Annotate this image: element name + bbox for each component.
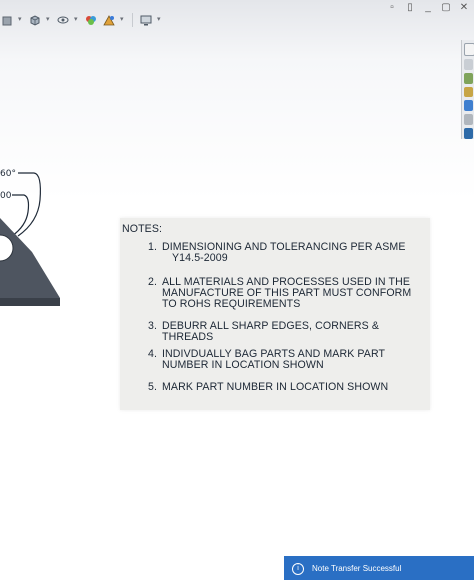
toolbar-divider xyxy=(132,13,133,27)
restore-view-icon[interactable]: ▫ xyxy=(386,2,398,14)
size-dimension-label[interactable]: 00 xyxy=(0,191,11,201)
note-number: 2. xyxy=(148,276,158,288)
chevron-down-icon[interactable]: ▾ xyxy=(120,15,126,25)
note-line: MARK PART NUMBER IN LOCATION SHOWN xyxy=(162,381,389,393)
file-explorer-icon[interactable] xyxy=(464,72,473,84)
appearances-icon[interactable] xyxy=(464,100,473,112)
note-item: 5. MARK PART NUMBER IN LOCATION SHOWN xyxy=(148,382,432,393)
note-number: 4. xyxy=(148,348,158,360)
part-geometry[interactable] xyxy=(0,160,80,320)
window-controls: ▫ ▯ _ ▢ ✕ xyxy=(386,2,470,14)
drawing-view[interactable]: 60° 00 xyxy=(0,160,80,325)
note-line: TO ROHS REQUIREMENTS xyxy=(162,298,301,310)
angle-dimension-label[interactable]: 60° xyxy=(0,169,16,179)
chevron-down-icon[interactable]: ▾ xyxy=(46,15,52,25)
note-item: 2. ALL MATERIALS AND PROCESSES USED IN T… xyxy=(148,277,432,310)
notes-block[interactable]: NOTES: 1. DIMENSIONING AND TOLERANCING P… xyxy=(120,218,430,410)
chevron-down-icon[interactable]: ▾ xyxy=(18,15,24,25)
part-edge xyxy=(0,298,60,306)
display-style-icon[interactable] xyxy=(28,13,42,27)
note-item: 3. DEBURR ALL SHARP EDGES, CORNERS & THR… xyxy=(148,321,432,343)
tile-view-icon[interactable]: ▯ xyxy=(404,2,416,14)
note-line: NUMBER IN LOCATION SHOWN xyxy=(162,359,324,371)
note-text: ALL MATERIALS AND PROCESSES USED IN THE … xyxy=(162,277,432,310)
note-text: DEBURR ALL SHARP EDGES, CORNERS & THREAD… xyxy=(162,321,432,343)
hide-show-icon[interactable] xyxy=(56,13,70,27)
note-line: DEBURR ALL SHARP EDGES, CORNERS & THREAD… xyxy=(162,320,379,343)
maximize-icon[interactable]: ▢ xyxy=(440,2,452,14)
note-number: 5. xyxy=(148,381,158,393)
view-orientation-icon[interactable] xyxy=(0,13,14,27)
note-line: Y14.5-2009 xyxy=(172,252,228,264)
chevron-down-icon[interactable]: ▾ xyxy=(74,15,80,25)
note-text: DIMENSIONING AND TOLERANCING PER ASME Y1… xyxy=(162,242,432,264)
note-item: 1. DIMENSIONING AND TOLERANCING PER ASME… xyxy=(148,242,432,264)
note-text: MARK PART NUMBER IN LOCATION SHOWN xyxy=(162,382,432,393)
appearance-icon[interactable] xyxy=(84,13,98,27)
notification-toast[interactable]: i Note Transfer Successful xyxy=(284,556,474,580)
view-palette-icon[interactable] xyxy=(464,86,473,98)
chevron-down-icon[interactable]: ▾ xyxy=(157,15,163,25)
note-number: 3. xyxy=(148,320,158,332)
design-library-icon[interactable] xyxy=(464,58,473,70)
resources-icon[interactable] xyxy=(464,43,474,56)
notes-title: NOTES: xyxy=(122,223,163,235)
close-icon[interactable]: ✕ xyxy=(458,2,470,14)
part-body xyxy=(0,218,60,302)
toast-title: Note Transfer Successful xyxy=(312,564,402,573)
note-item: 4. INDIVDUALLY BAG PARTS AND MARK PART N… xyxy=(148,349,432,371)
monitor-icon[interactable] xyxy=(139,13,153,27)
note-text: INDIVDUALLY BAG PARTS AND MARK PART NUMB… xyxy=(162,349,432,371)
note-number: 1. xyxy=(148,241,158,253)
minimize-icon[interactable]: _ xyxy=(422,2,434,14)
scenes-icon[interactable] xyxy=(102,13,116,27)
task-pane-tabs xyxy=(461,40,474,140)
info-icon: i xyxy=(292,563,304,575)
community-icon[interactable] xyxy=(464,128,473,140)
heads-up-toolbar: ▾ ▾ ▾ ▾ ▾ xyxy=(0,10,163,30)
custom-properties-icon[interactable] xyxy=(464,114,473,126)
